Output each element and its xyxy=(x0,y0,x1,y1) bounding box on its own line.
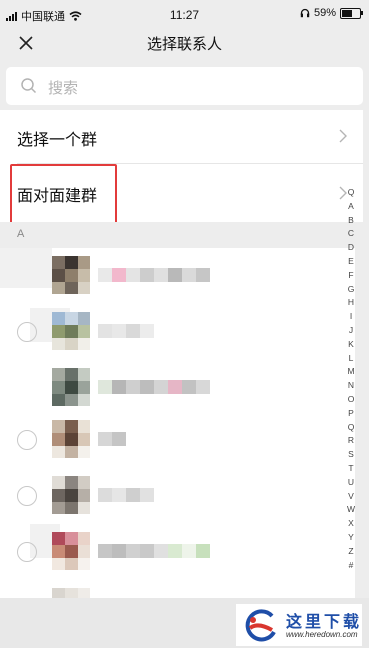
index-letter[interactable]: I xyxy=(342,310,360,324)
index-letter[interactable]: M xyxy=(342,365,360,379)
index-letter[interactable]: G xyxy=(342,283,360,297)
avatar xyxy=(52,368,90,406)
contact-name xyxy=(98,430,126,448)
headphones-icon xyxy=(300,8,310,18)
index-letter[interactable]: P xyxy=(342,407,360,421)
section-header: A xyxy=(0,222,355,248)
watermark-url: www.heredown.com xyxy=(286,630,358,639)
avatar xyxy=(52,588,90,598)
index-letter[interactable]: F xyxy=(342,269,360,283)
index-letter[interactable]: U xyxy=(342,476,360,490)
select-radio[interactable] xyxy=(17,542,37,562)
index-letter[interactable]: K xyxy=(342,338,360,352)
battery-icon xyxy=(340,7,363,19)
index-letter[interactable]: Y xyxy=(342,531,360,545)
contact-name xyxy=(98,486,154,504)
watermark-title: 这里下载 xyxy=(286,612,363,631)
select-radio[interactable] xyxy=(17,486,37,506)
select-radio[interactable] xyxy=(17,430,37,450)
contact-name xyxy=(98,322,154,340)
contact-row[interactable] xyxy=(0,360,355,416)
avatar xyxy=(52,532,90,570)
index-letter[interactable]: # xyxy=(342,559,360,573)
index-letter[interactable]: Z xyxy=(342,545,360,559)
index-letter[interactable]: W xyxy=(342,503,360,517)
contact-row[interactable] xyxy=(0,412,355,468)
index-letter[interactable]: J xyxy=(342,324,360,338)
index-letter[interactable]: Q xyxy=(342,421,360,435)
status-bar: 中国联通 11:27 59% xyxy=(0,0,369,28)
section-letter: A xyxy=(17,228,25,240)
nav-bar: 选择联系人 xyxy=(0,28,369,58)
highlight-box xyxy=(10,164,117,226)
index-letter[interactable]: A xyxy=(342,200,360,214)
contact-list xyxy=(0,248,355,598)
contact-row[interactable] xyxy=(0,524,355,580)
battery-level xyxy=(342,9,352,17)
index-letter[interactable]: B xyxy=(342,214,360,228)
contact-name xyxy=(98,542,210,560)
contact-row[interactable] xyxy=(0,580,355,598)
index-letter[interactable]: T xyxy=(342,462,360,476)
avatar xyxy=(52,476,90,514)
index-letter[interactable]: E xyxy=(342,255,360,269)
index-letter[interactable]: X xyxy=(342,517,360,531)
index-letter[interactable]: R xyxy=(342,434,360,448)
select-group-row[interactable]: 选择一个群 xyxy=(0,110,363,164)
index-letter[interactable]: D xyxy=(342,241,360,255)
index-letter[interactable]: V xyxy=(342,490,360,504)
avatar xyxy=(52,256,90,294)
avatar xyxy=(52,420,90,458)
avatar xyxy=(52,312,90,350)
battery-percent: 59% xyxy=(313,7,336,19)
index-letter[interactable]: L xyxy=(342,352,360,366)
index-letter[interactable]: S xyxy=(342,448,360,462)
contact-row[interactable] xyxy=(0,248,355,304)
alphabet-index[interactable]: Q A B C D E F G H I J K L M N O P Q R S T U V W X Y Z # xyxy=(342,186,360,572)
watermark: 这里下载 www.heredown.com xyxy=(236,604,362,646)
select-radio[interactable] xyxy=(17,322,37,342)
select-group-label: 选择一个群 xyxy=(17,132,98,149)
chevron-right-icon xyxy=(339,129,347,143)
contact-row[interactable] xyxy=(0,304,355,360)
search-icon xyxy=(21,78,37,94)
index-letter[interactable]: N xyxy=(342,379,360,393)
index-letter[interactable]: H xyxy=(342,296,360,310)
page-title: 选择联系人 xyxy=(146,36,222,53)
contact-row[interactable] xyxy=(0,468,355,524)
index-search[interactable]: Q xyxy=(342,186,360,200)
contact-name xyxy=(98,266,210,284)
status-right: 59% xyxy=(300,7,363,19)
contact-name xyxy=(98,378,210,396)
search-placeholder: 搜索 xyxy=(48,80,79,97)
watermark-logo-icon xyxy=(245,609,276,642)
index-letter[interactable]: C xyxy=(342,227,360,241)
search-input[interactable]: 搜索 xyxy=(6,67,363,105)
index-letter[interactable]: O xyxy=(342,393,360,407)
